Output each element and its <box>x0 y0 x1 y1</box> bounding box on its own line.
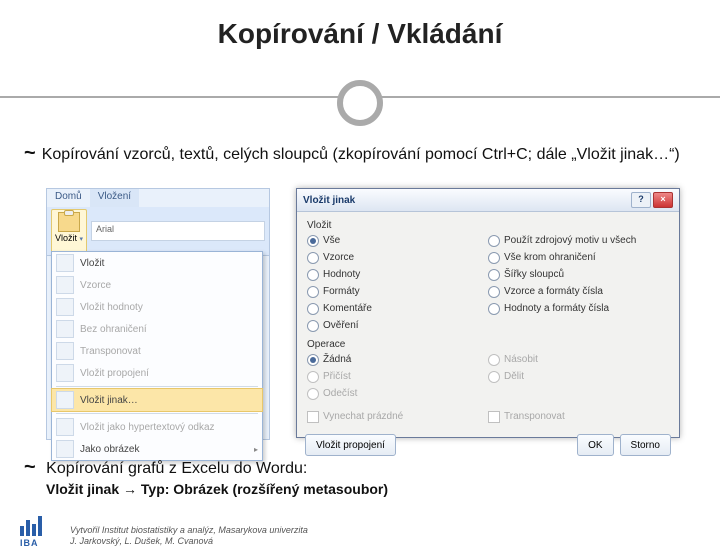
help-button[interactable]: ? <box>631 192 651 208</box>
radio-hodnoty[interactable]: Hodnoty <box>307 267 488 282</box>
radio-hodnoty-format[interactable]: Hodnoty a formáty čísla <box>488 301 669 316</box>
paste-dropdown-menu: Vložit Vzorce Vložit hodnoty Bez ohranič… <box>51 251 263 461</box>
radio-op-delit[interactable]: Dělit <box>488 369 669 384</box>
excel-paste-menu-screenshot: Domů Vložení Vložit ▾ Arial Vložit Vzorc… <box>46 188 270 440</box>
radio-op-pricist[interactable]: Přičíst <box>307 369 488 384</box>
radio-op-zadna[interactable]: Žádná <box>307 352 488 367</box>
menu-separator <box>56 386 258 387</box>
menu-separator <box>56 413 258 414</box>
radio-vse-krome[interactable]: Vše krom ohraničení <box>488 250 669 265</box>
radio-vse[interactable]: Vše <box>307 233 488 248</box>
paste-button-label: Vložit <box>55 233 77 243</box>
menu-item-hodnoty[interactable]: Vložit hodnoty <box>52 296 262 318</box>
button-vlozit-propojeni[interactable]: Vložit propojení <box>305 434 396 456</box>
radio-formaty[interactable]: Formáty <box>307 284 488 299</box>
tab-home[interactable]: Domů <box>47 189 90 207</box>
radio-vzorce-format[interactable]: Vzorce a formáty čísla <box>488 284 669 299</box>
paste-split-button[interactable]: Vložit ▾ <box>51 209 87 253</box>
menu-item-vlozit[interactable]: Vložit <box>52 252 262 274</box>
clipboard-icon <box>58 212 80 232</box>
bullet-2: Kopírování grafů z Excelu do Wordu: Vlož… <box>46 456 680 497</box>
radio-overeni[interactable]: Ověření <box>307 318 488 333</box>
slide-title: Kopírování / Vkládání <box>0 18 720 50</box>
bullet-2-sub: Vložit jinak → Typ: Obrázek (rozšířený m… <box>46 481 680 497</box>
paste-icon <box>56 254 74 272</box>
radio-sirky[interactable]: Šířky sloupců <box>488 267 669 282</box>
transpose-icon <box>56 342 74 360</box>
radio-komentare[interactable]: Komentáře <box>307 301 488 316</box>
menu-item-bez-ohraniceni[interactable]: Bez ohraničení <box>52 318 262 340</box>
formula-icon <box>56 276 74 294</box>
no-border-icon <box>56 320 74 338</box>
button-storno[interactable]: Storno <box>620 434 671 456</box>
radio-op-nasobit[interactable]: Násobit <box>488 352 669 367</box>
values-icon <box>56 298 74 316</box>
menu-item-propojeni[interactable]: Vložit propojení <box>52 362 262 384</box>
close-button[interactable]: × <box>653 192 673 208</box>
iba-logo: IBA <box>20 516 64 548</box>
font-family-selector[interactable]: Arial <box>91 221 265 241</box>
menu-item-hyperlink[interactable]: Vložit jako hypertextový odkaz <box>52 416 262 438</box>
paste-special-icon <box>56 391 74 409</box>
menu-item-jinak[interactable]: Vložit jinak… <box>51 388 263 412</box>
group-label-operace: Operace <box>307 339 669 350</box>
paste-special-dialog: Vložit jinak ? × Vložit Vše Vzorce Hodno… <box>296 188 680 438</box>
link-icon <box>56 364 74 382</box>
footer-credits: Vytvořil Institut biostatistiky a analýz… <box>70 525 308 548</box>
radio-op-odecist[interactable]: Odečíst <box>307 386 488 401</box>
chevron-down-icon[interactable]: ▾ <box>80 236 84 243</box>
check-vynechat[interactable]: Vynechat prázdné <box>307 409 488 424</box>
menu-item-vzorce[interactable]: Vzorce <box>52 274 262 296</box>
bullet-1: Kopírování vzorců, textů, celých sloupců… <box>46 142 680 165</box>
hyperlink-icon <box>56 418 74 436</box>
radio-vzorce[interactable]: Vzorce <box>307 250 488 265</box>
menu-item-transponovat[interactable]: Transponovat <box>52 340 262 362</box>
group-label-vlozit: Vložit <box>307 220 669 231</box>
check-transponovat[interactable]: Transponovat <box>488 409 669 424</box>
title-circle-icon <box>337 80 383 126</box>
tab-insert[interactable]: Vložení <box>90 189 139 207</box>
dialog-title: Vložit jinak <box>303 195 355 206</box>
radio-motiv[interactable]: Použít zdrojový motiv u všech <box>488 233 669 248</box>
button-ok[interactable]: OK <box>577 434 613 456</box>
